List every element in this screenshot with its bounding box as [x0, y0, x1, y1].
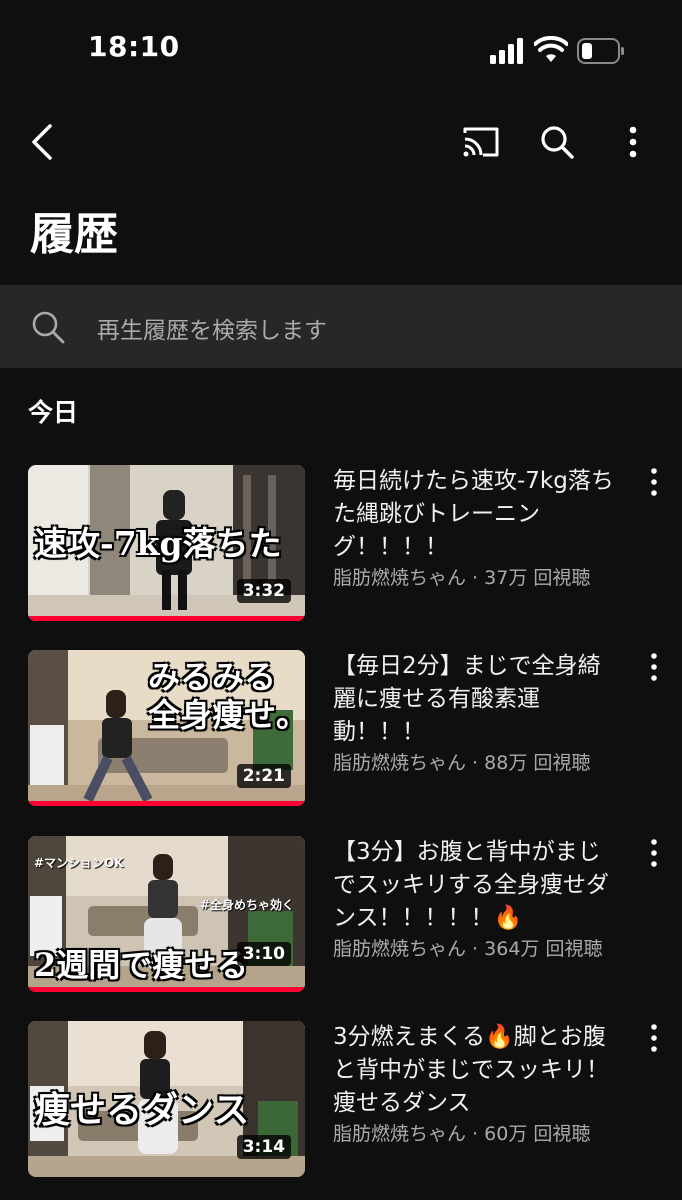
history-search-bar[interactable]: 再生履歴を検索します [0, 285, 682, 368]
video-duration: 3:10 [236, 942, 291, 966]
view-count: 37万 回視聴 [484, 567, 591, 589]
video-duration: 3:14 [236, 1135, 291, 1159]
video-meta: 脂肪燃焼ちゃん · 60万 回視聴 [333, 1120, 623, 1148]
page-title: 履歴 [30, 209, 118, 260]
view-count: 60万 回視聴 [484, 1123, 591, 1145]
video-title: 【毎日2分】まじで全身綺麗に痩せる有酸素運動！！！ [333, 653, 601, 745]
app-bar [0, 110, 682, 174]
video-title: 【3分】お腹と背中がまじでスッキリする全身痩せダンス！！！！！🔥 [333, 839, 609, 931]
video-menu-button[interactable] [641, 838, 667, 878]
watch-progress-bar [28, 801, 305, 806]
watch-progress-bar [28, 616, 305, 621]
more-vert-icon [651, 468, 657, 496]
status-bar: 18:10 [0, 0, 682, 100]
video-duration: 3:32 [236, 579, 291, 603]
more-vert-icon [651, 839, 657, 867]
video-thumbnail[interactable]: みるみる 全身痩せ。 2:21 [28, 650, 305, 806]
channel-name: 脂肪燃焼ちゃん [333, 567, 467, 589]
video-title: 毎日続けたら速攻-7kg落ちた縄跳びトレーニング！！！！ [333, 468, 614, 560]
back-button[interactable] [20, 120, 64, 164]
more-options-button[interactable] [610, 120, 656, 164]
meta-separator: · [466, 938, 485, 960]
video-title: 3分燃えまくる🔥脚とお腹と背中がまじでスッキリ！痩せるダンス [333, 1024, 609, 1116]
meta-separator: · [466, 1123, 485, 1145]
video-thumbnail[interactable]: 痩せるダンス 3:14 [28, 1021, 305, 1177]
search-icon [32, 311, 65, 344]
video-info: 毎日続けたら速攻-7kg落ちた縄跳びトレーニング！！！！ 脂肪燃焼ちゃん · 3… [333, 465, 623, 592]
video-meta: 脂肪燃焼ちゃん · 364万 回視聴 [333, 935, 623, 963]
watch-progress-bar [28, 987, 305, 992]
channel-name: 脂肪燃焼ちゃん [333, 1123, 467, 1145]
video-meta: 脂肪燃焼ちゃん · 37万 回視聴 [333, 564, 623, 592]
video-info: 3分燃えまくる🔥脚とお腹と背中がまじでスッキリ！痩せるダンス 脂肪燃焼ちゃん ·… [333, 1021, 623, 1148]
cast-button[interactable] [458, 120, 504, 164]
section-title-today: 今日 [28, 398, 79, 427]
more-vert-icon [651, 653, 657, 681]
channel-name: 脂肪燃焼ちゃん [333, 752, 467, 774]
thumbnail-tag: #マンションOK [34, 856, 124, 870]
cast-icon [463, 127, 499, 157]
video-item[interactable]: 痩せるダンス 3:14 3分燃えまくる🔥脚とお腹と背中がまじでスッキリ！痩せるダ… [0, 1021, 682, 1181]
video-info: 【毎日2分】まじで全身綺麗に痩せる有酸素運動！！！ 脂肪燃焼ちゃん · 88万 … [333, 650, 623, 777]
video-thumbnail[interactable]: 速攻-7kg落ちた 3:32 [28, 465, 305, 621]
video-menu-button[interactable] [641, 652, 667, 692]
view-count: 88万 回視聴 [484, 752, 591, 774]
video-item[interactable]: 速攻-7kg落ちた 3:32 毎日続けたら速攻-7kg落ちた縄跳びトレーニング！… [0, 465, 682, 625]
search-input[interactable]: 再生履歴を検索します [97, 311, 327, 345]
view-count: 364万 回視聴 [484, 938, 603, 960]
video-duration: 2:21 [236, 764, 291, 788]
video-item[interactable]: #マンションOK #全身めちゃ効く 2週間で痩せる 3:10 【3分】お腹と背中… [0, 836, 682, 996]
search-icon [541, 126, 574, 159]
thumbnail-tag: #全身めちゃ効く [200, 898, 295, 912]
video-menu-button[interactable] [641, 467, 667, 507]
video-menu-button[interactable] [641, 1023, 667, 1063]
search-button[interactable] [534, 120, 580, 164]
video-thumbnail[interactable]: #マンションOK #全身めちゃ効く 2週間で痩せる 3:10 [28, 836, 305, 992]
thumbnail-text: 全身痩せ。 [148, 696, 305, 734]
cellular-signal-icon [490, 38, 523, 64]
thumbnail-text: 2週間で痩せる [34, 946, 249, 984]
meta-separator: · [466, 567, 485, 589]
video-info: 【3分】お腹と背中がまじでスッキリする全身痩せダンス！！！！！🔥 脂肪燃焼ちゃん… [333, 836, 623, 963]
more-vert-icon [651, 1024, 657, 1052]
thumbnail-text: 速攻-7kg落ちた [34, 524, 282, 563]
more-vert-icon [629, 126, 637, 158]
back-arrow-icon [32, 124, 52, 160]
battery-icon [577, 38, 624, 64]
meta-separator: · [466, 752, 485, 774]
wifi-icon [534, 36, 568, 62]
status-time: 18:10 [88, 30, 180, 63]
video-meta: 脂肪燃焼ちゃん · 88万 回視聴 [333, 749, 623, 777]
thumbnail-text: 痩せるダンス [34, 1089, 250, 1131]
thumbnail-text: みるみる [148, 658, 277, 696]
channel-name: 脂肪燃焼ちゃん [333, 938, 467, 960]
video-item[interactable]: みるみる 全身痩せ。 2:21 【毎日2分】まじで全身綺麗に痩せる有酸素運動！！… [0, 650, 682, 810]
